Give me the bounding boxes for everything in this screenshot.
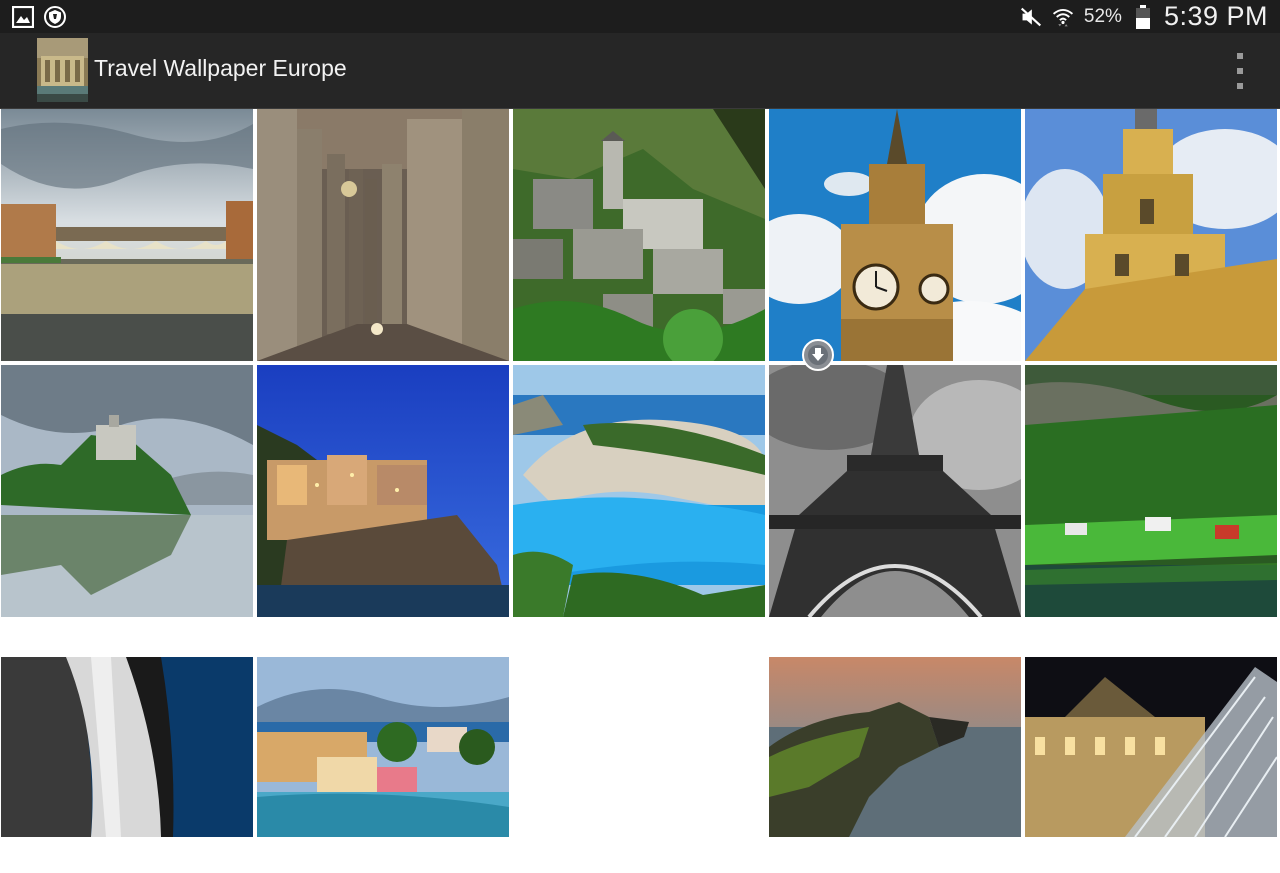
mute-icon [1020, 6, 1042, 28]
gallery-icon [12, 6, 34, 28]
wifi-icon [1052, 6, 1074, 28]
app-logo[interactable] [37, 38, 88, 102]
shield-icon [44, 6, 66, 28]
status-bar: 52% 5:39 PM [0, 0, 1280, 33]
mountain-village-thumb[interactable] [513, 109, 765, 361]
cinque-terre-thumb[interactable] [257, 365, 509, 617]
download-icon[interactable] [801, 338, 835, 372]
neist-point-thumb[interactable] [769, 621, 1021, 873]
clock: 5:39 PM [1163, 1, 1268, 31]
battery-icon [1132, 4, 1154, 29]
app-bar: Travel Wallpaper Europe [0, 33, 1280, 109]
wallpaper-grid [0, 108, 1280, 873]
yellow-church-thumb[interactable] [1025, 109, 1277, 361]
assos-harbor-thumb[interactable] [257, 621, 509, 873]
louvre-thumb[interactable] [1025, 621, 1277, 873]
norway-fjord-thumb[interactable] [1025, 365, 1277, 617]
waterfall-cliff-thumb[interactable] [1, 621, 253, 873]
navagio-beach-thumb[interactable] [513, 365, 765, 617]
loading-thumb[interactable] [513, 621, 765, 873]
battery-percent: 52% [1083, 5, 1122, 27]
more-vert-icon[interactable] [1230, 53, 1250, 89]
lake-castle-thumb[interactable] [1, 365, 253, 617]
app-title: Travel Wallpaper Europe [94, 55, 347, 81]
colonnade-thumb[interactable] [257, 109, 509, 361]
big-ben-thumb[interactable] [769, 109, 1021, 361]
eiffel-tower-thumb[interactable] [769, 365, 1021, 617]
florence-bridge-thumb[interactable] [1, 109, 253, 361]
